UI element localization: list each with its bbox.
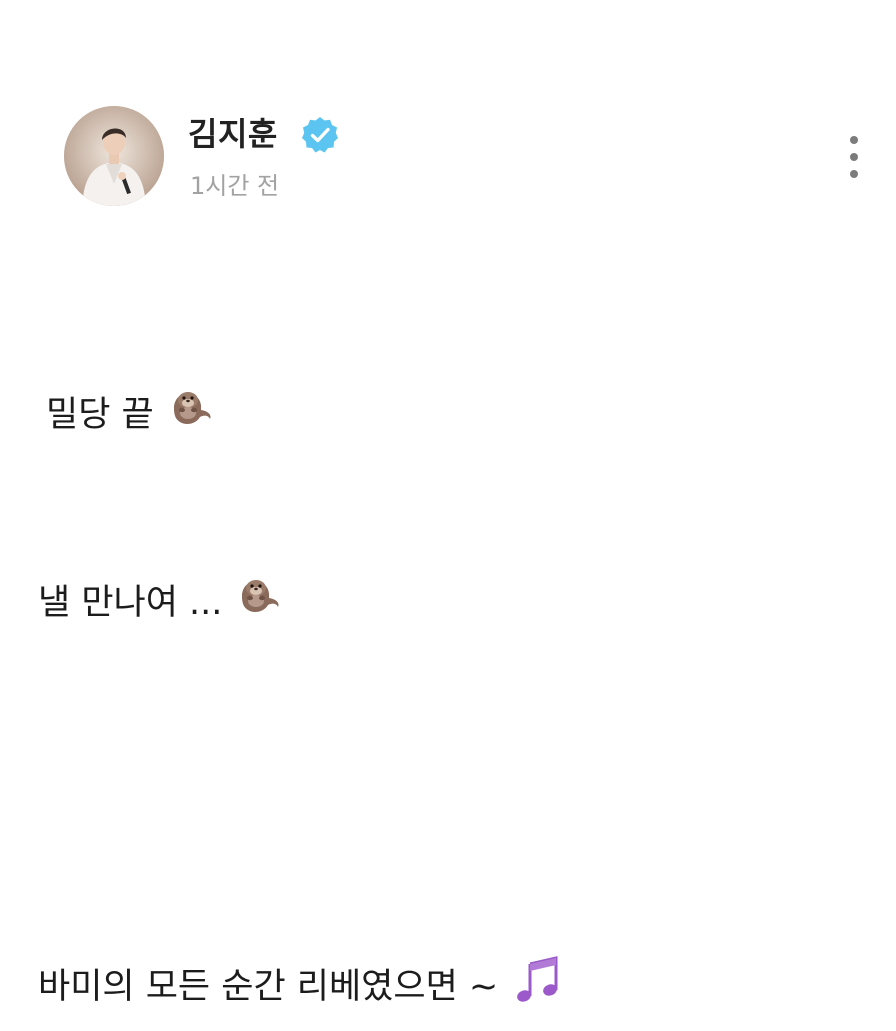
otter-icon (168, 386, 214, 443)
more-dot (850, 170, 858, 178)
post-text-line: 밀당 끝 (46, 386, 214, 443)
post-text-line: 낼 만나여 ... (38, 574, 282, 631)
otter-icon (236, 574, 282, 631)
more-options-button[interactable] (836, 132, 872, 184)
more-dot (850, 136, 858, 144)
post-header: 김지훈 1시간 전 (0, 0, 896, 240)
author-name[interactable]: 김지훈 (188, 112, 278, 156)
post-text: 밀당 끝 (46, 394, 154, 435)
avatar[interactable] (64, 106, 164, 206)
post-text: 낼 만나여 ... (38, 582, 223, 623)
musical-notes-icon (512, 956, 562, 1017)
post-text-line: 바미의 모든 순간 리베였으면 ~ (38, 956, 562, 1017)
more-dot (850, 153, 858, 161)
post-text: 바미의 모든 순간 리베였으면 ~ (38, 966, 499, 1007)
post-timestamp: 1시간 전 (190, 172, 280, 200)
verified-badge-icon (302, 117, 338, 153)
